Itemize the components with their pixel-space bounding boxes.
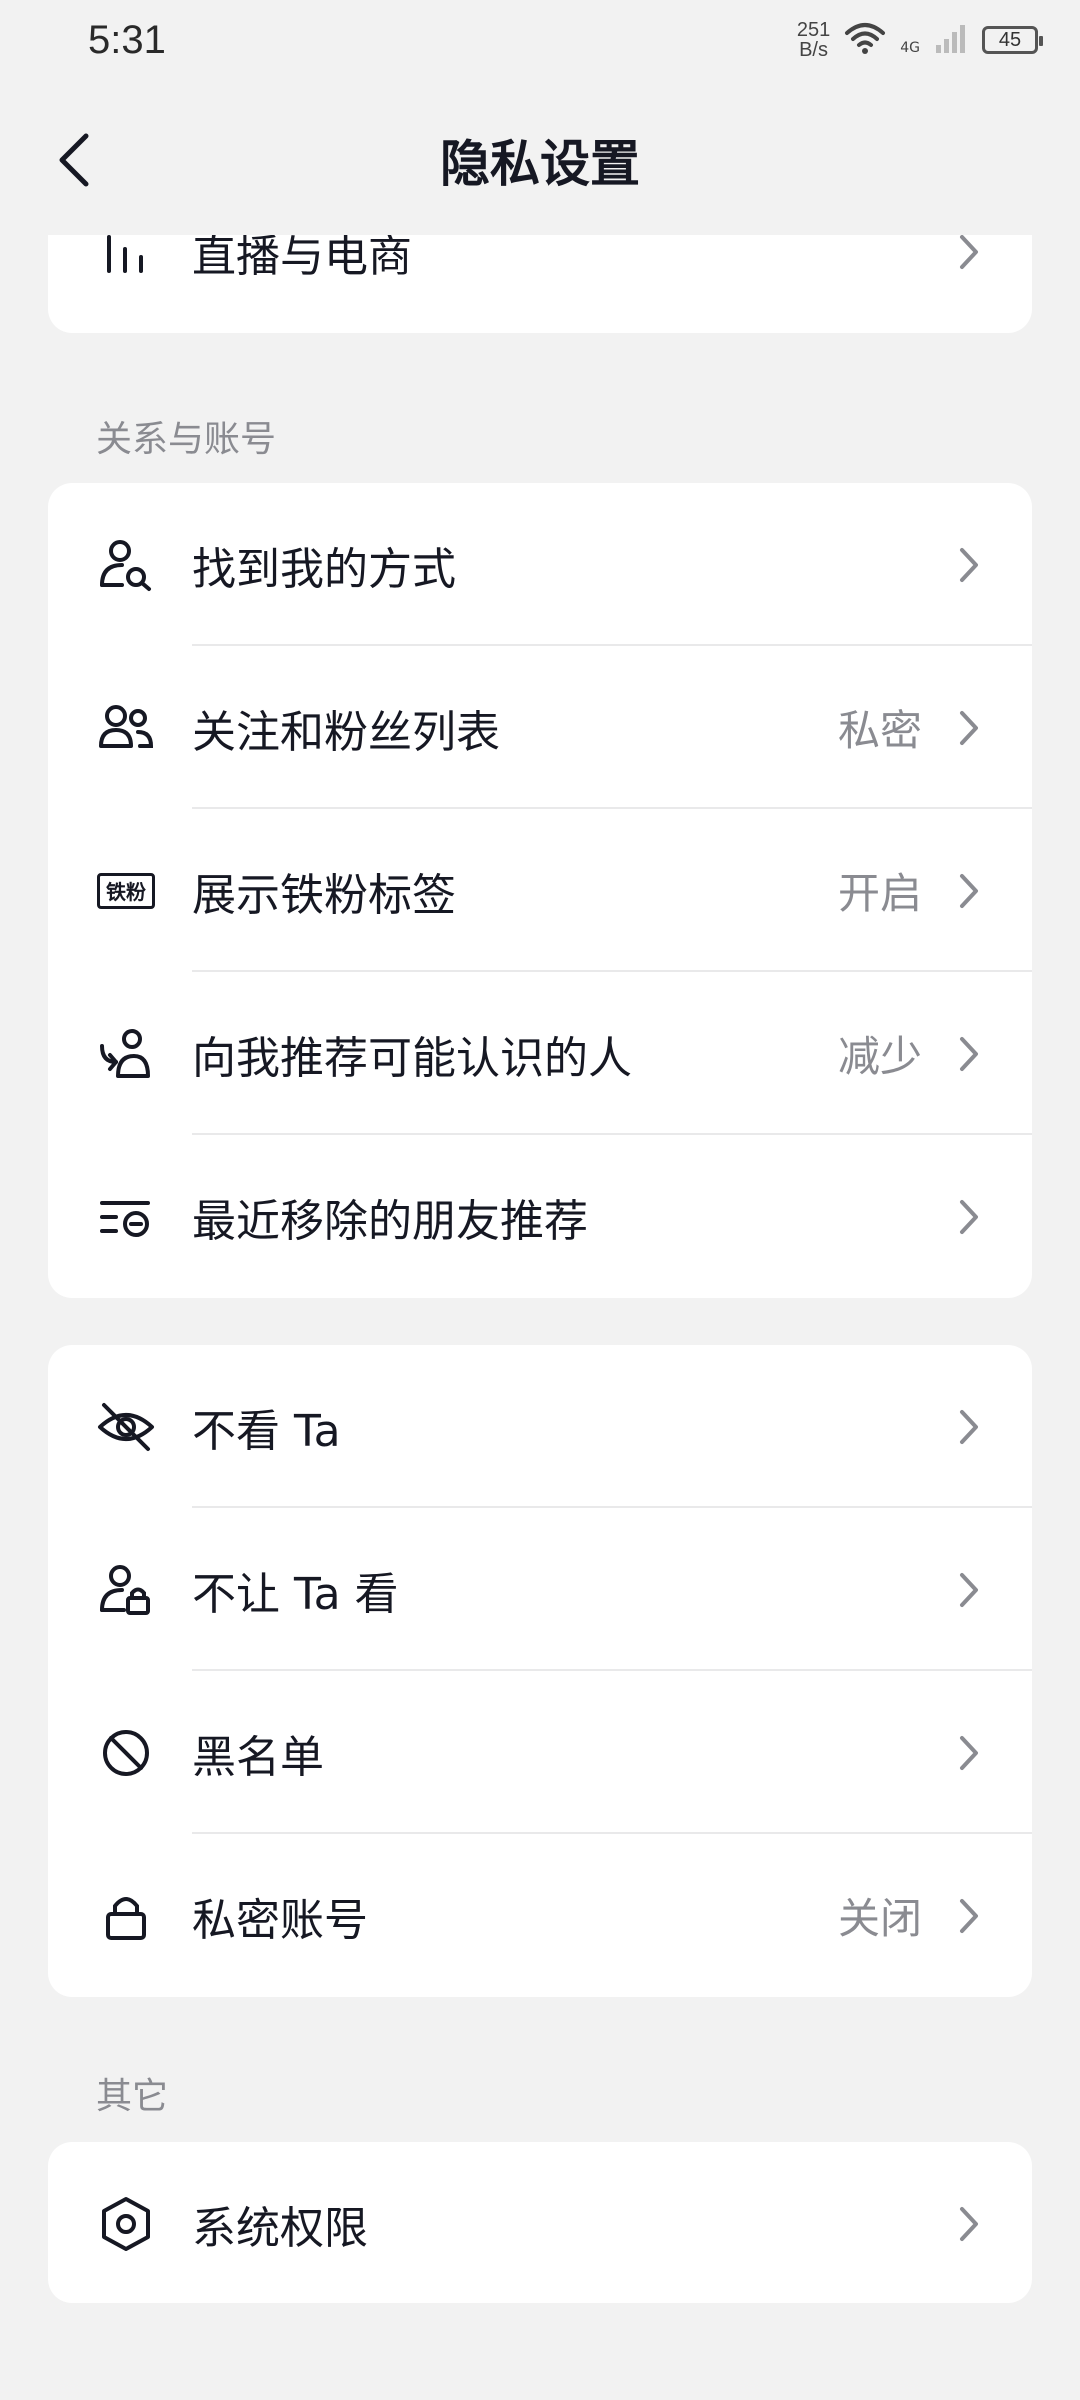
settings-row-find-me[interactable]: 找到我的方式 [48, 483, 1032, 646]
chevron-right-icon [954, 1568, 984, 1612]
list-removed-icon [96, 1187, 156, 1247]
tiefen-badge-icon: 铁粉 [96, 861, 156, 921]
wifi-icon [844, 21, 886, 59]
bars-icon [96, 235, 156, 282]
chevron-right-icon [954, 1195, 984, 1239]
settings-row-value: 减少 [837, 1032, 922, 1081]
settings-row-label: 最近移除的朋友推荐 [192, 1195, 588, 1247]
chevron-right-icon [954, 2202, 984, 2246]
chevron-right-icon [954, 235, 984, 274]
settings-row-label: 直播与电商 [192, 235, 412, 282]
settings-row-label: 不让 Ta 看 [192, 1568, 399, 1620]
settings-row-blacklist[interactable]: 黑名单 [48, 1671, 1032, 1834]
settings-row-label: 向我推荐可能认识的人 [192, 1032, 632, 1084]
network-speed-value: 251 [796, 19, 831, 41]
settings-row-label: 私密账号 [192, 1894, 368, 1946]
back-button[interactable] [44, 128, 104, 192]
chevron-right-icon [954, 1731, 984, 1775]
settings-list[interactable]: 直播与电商 关系与账号 找到我的方式 关注和粉丝列表 私密 铁粉 展示铁粉标签 … [0, 235, 1080, 2400]
settings-row-not-let-ta-see[interactable]: 不让 Ta 看 [48, 1508, 1032, 1671]
chevron-right-icon [954, 706, 984, 750]
network-type: 4G [900, 40, 920, 56]
settings-row-label: 关注和粉丝列表 [192, 706, 500, 758]
relations-card: 找到我的方式 关注和粉丝列表 私密 铁粉 展示铁粉标签 开启 向我推荐可能认识的… [48, 483, 1032, 1298]
chevron-right-icon [954, 543, 984, 587]
hexagon-settings-icon [96, 2194, 156, 2254]
section-header-relations: 关系与账号 [96, 419, 277, 460]
settings-row-follow-list[interactable]: 关注和粉丝列表 私密 [48, 646, 1032, 809]
settings-row-label: 不看 Ta [192, 1405, 341, 1457]
signal-icon [934, 21, 968, 59]
status-bar: 5:31 251 B/s 4G 45 [0, 0, 1080, 80]
block-icon [96, 1723, 156, 1783]
settings-row-value: 开启 [837, 869, 922, 918]
users-icon [96, 698, 156, 758]
settings-row-value: 关闭 [837, 1894, 922, 1943]
chevron-right-icon [954, 1894, 984, 1938]
settings-row-system-permissions[interactable]: 系统权限 [48, 2142, 1032, 2303]
settings-row-not-see-ta[interactable]: 不看 Ta [48, 1345, 1032, 1508]
eye-off-icon [96, 1397, 156, 1457]
page-title: 隐私设置 [440, 135, 640, 193]
settings-row-label: 黑名单 [192, 1731, 324, 1783]
chevron-right-icon [954, 1032, 984, 1076]
settings-row-removed-recommendations[interactable]: 最近移除的朋友推荐 [48, 1135, 1032, 1298]
section-header-other: 其它 [96, 2076, 169, 2117]
settings-row-label: 找到我的方式 [192, 543, 456, 595]
settings-row-label: 展示铁粉标签 [192, 869, 456, 921]
tiefen-badge-text: 铁粉 [97, 872, 155, 909]
blocking-card: 不看 Ta 不让 Ta 看 黑名单 私密账号 关闭 [48, 1345, 1032, 1997]
chevron-right-icon [954, 1405, 984, 1449]
status-time: 5:31 [88, 17, 166, 62]
settings-row-label: 系统权限 [192, 2202, 368, 2254]
status-indicators: 251 B/s 4G 45 [797, 20, 1043, 60]
chevron-right-icon [954, 869, 984, 913]
settings-row-live-commerce[interactable]: 直播与电商 [48, 235, 1032, 333]
network-speed-unit: B/s [799, 39, 828, 61]
recommend-user-icon [96, 1024, 156, 1084]
live-commerce-card: 直播与电商 [48, 235, 1032, 333]
battery-icon: 45 [982, 26, 1043, 54]
settings-row-value: 私密 [837, 706, 922, 755]
settings-row-recommend-people[interactable]: 向我推荐可能认识的人 减少 [48, 972, 1032, 1135]
chevron-left-icon [59, 133, 89, 187]
settings-row-tiefen-badge[interactable]: 铁粉 展示铁粉标签 开启 [48, 809, 1032, 972]
nav-header: 隐私设置 [0, 100, 1080, 220]
other-card: 系统权限 [48, 2142, 1032, 2303]
user-lock-icon [96, 1560, 156, 1620]
settings-row-private-account[interactable]: 私密账号 关闭 [48, 1834, 1032, 1997]
user-search-icon [96, 535, 156, 595]
lock-icon [96, 1886, 156, 1946]
network-speed: 251 B/s [797, 20, 830, 60]
